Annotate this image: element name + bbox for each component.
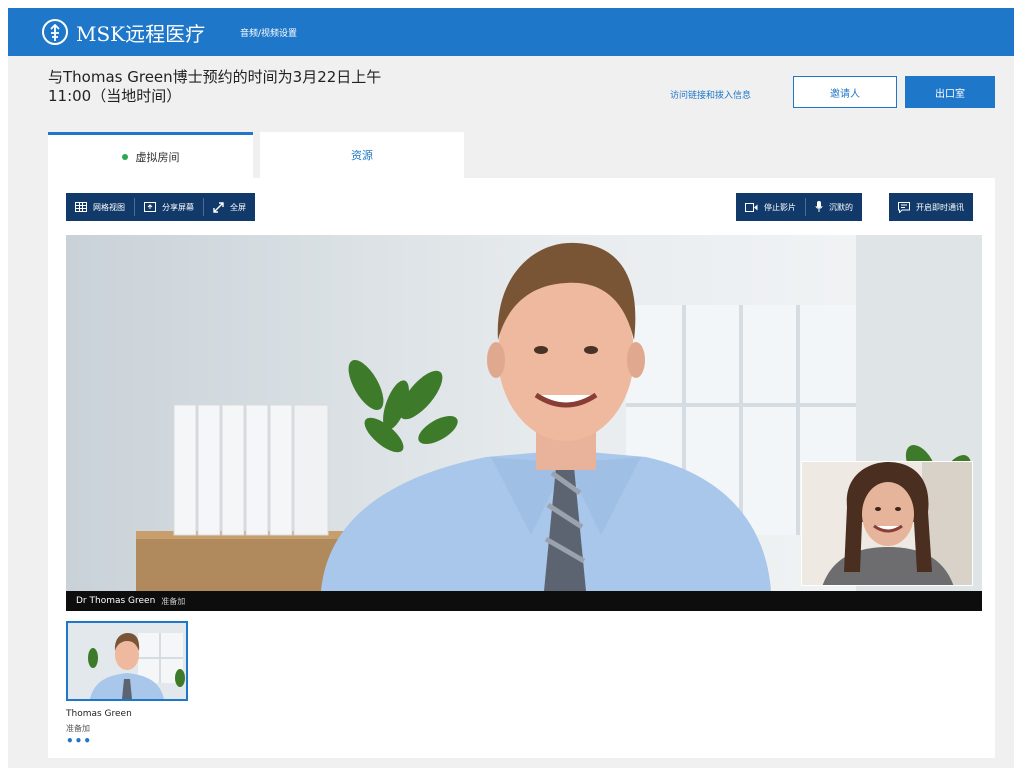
brand-title: MSK远程医疗 — [76, 22, 206, 46]
tab-label: 资源 — [351, 149, 373, 162]
main-video[interactable]: Dr Thomas Green 准备加 — [66, 235, 982, 611]
appointment-text: 与Thomas Green博士预约的时间为3月22日上午11:00（当地时间） — [48, 68, 382, 105]
speaker-name: Dr Thomas Green — [76, 596, 156, 606]
participant-thumbnail[interactable] — [66, 621, 188, 701]
stop-video-button[interactable]: 停止影片 — [736, 193, 805, 221]
virtual-room-panel: 网格视图 分享屏幕 全屏 停止影片 沉默的 开启即时通讯 Dr Thomas G… — [48, 178, 995, 758]
tab-label: 虚拟房间 — [135, 150, 180, 164]
stop-video-label: 停止影片 — [764, 202, 796, 212]
access-info-link[interactable]: 访问链接和拨入信息 — [670, 88, 751, 101]
page: MSK远程医疗 音频/视频设置 与Thomas Green博士预约的时间为3月2… — [8, 8, 1014, 768]
open-chat-button[interactable]: 开启即时通讯 — [889, 193, 973, 221]
grid-view-label: 网格视图 — [93, 202, 125, 212]
share-screen-button[interactable]: 分享屏幕 — [135, 193, 203, 221]
open-chat-label: 开启即时通讯 — [916, 202, 964, 212]
participant-status: 准备加 — [66, 724, 90, 733]
video-camera-icon — [745, 202, 758, 212]
mute-button[interactable]: 沉默的 — [806, 193, 862, 221]
participant-more-icon[interactable]: ••• — [66, 734, 92, 748]
grid-icon — [75, 202, 87, 212]
view-toolbar: 网格视图 分享屏幕 全屏 — [66, 193, 255, 221]
fullscreen-button[interactable]: 全屏 — [204, 193, 255, 221]
participant-thumbnail-image — [68, 623, 186, 699]
speaker-status: 准备加 — [161, 596, 186, 606]
expand-icon — [213, 201, 224, 213]
top-bar: MSK远程医疗 音频/视频设置 — [8, 8, 1014, 56]
media-toolbar: 停止影片 沉默的 — [736, 193, 862, 221]
msk-logo-icon — [42, 19, 68, 45]
self-view-image — [802, 462, 972, 585]
fullscreen-label: 全屏 — [230, 202, 246, 212]
microphone-icon — [815, 201, 823, 212]
chat-toolbar: 开启即时通讯 — [889, 193, 973, 221]
share-screen-label: 分享屏幕 — [162, 202, 194, 212]
invite-button[interactable]: 邀请人 — [793, 76, 897, 108]
self-view-video[interactable] — [801, 461, 973, 586]
share-screen-icon — [144, 202, 156, 212]
chat-icon — [898, 201, 910, 213]
tab-virtual-room[interactable]: 虚拟房间 — [48, 132, 253, 178]
tab-resources[interactable]: 资源 — [260, 132, 464, 178]
exit-room-button[interactable]: 出口室 — [905, 76, 995, 108]
av-settings-link[interactable]: 音频/视频设置 — [240, 26, 297, 39]
grid-view-button[interactable]: 网格视图 — [66, 193, 134, 221]
status-dot — [121, 153, 128, 160]
video-name-bar: Dr Thomas Green 准备加 — [66, 591, 982, 611]
participant-name: Thomas Green — [66, 709, 132, 719]
mute-label: 沉默的 — [829, 202, 853, 212]
